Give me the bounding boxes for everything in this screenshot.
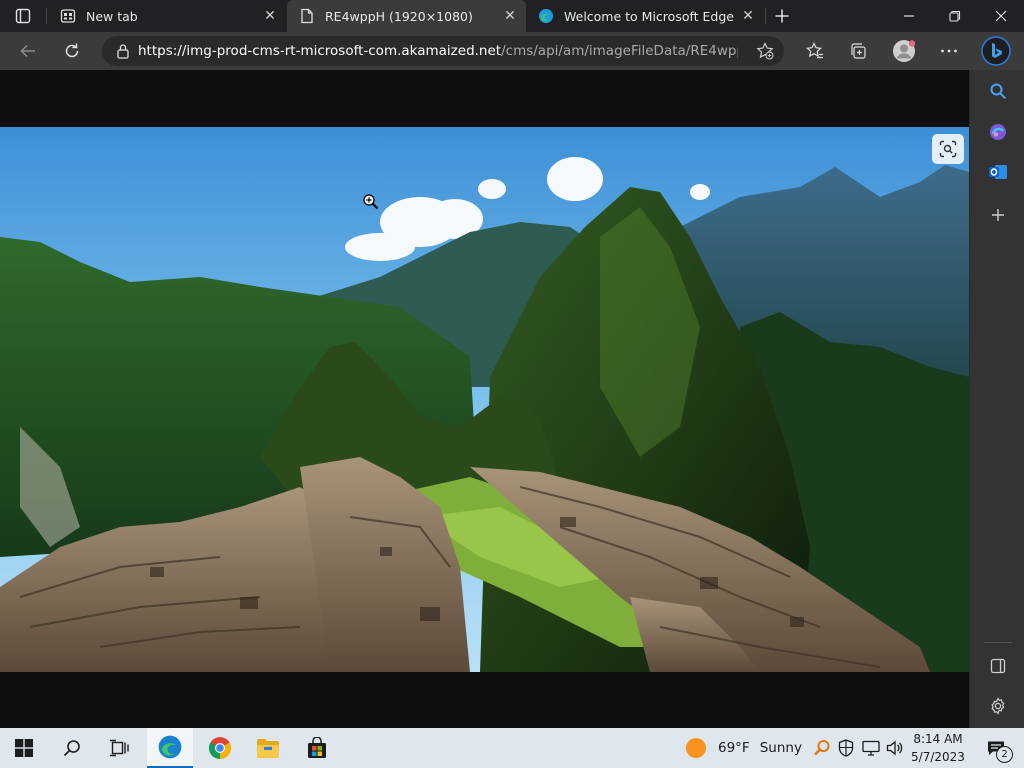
notification-center-button[interactable]: 2 — [976, 728, 1016, 768]
close-tab-icon[interactable]: ✕ — [500, 6, 520, 26]
tab-label: Welcome to Microsoft Edge — [564, 8, 734, 24]
sidebar-outlook-button[interactable] — [984, 158, 1012, 186]
navigation-toolbar: https://img-prod-cms-rt-microsoft-com.ak… — [0, 32, 1024, 70]
windows-logo-icon — [15, 739, 33, 757]
sidebar-copilot-button[interactable] — [984, 118, 1012, 146]
close-icon — [995, 10, 1007, 22]
tab-label: RE4wppH (1920×1080) — [325, 8, 473, 24]
taskbar-file-explorer-button[interactable] — [245, 728, 291, 768]
visual-search-icon — [939, 140, 957, 158]
sidebar-panel-icon — [990, 658, 1006, 674]
bing-icon — [981, 36, 1011, 66]
weather-temp: 69°F — [718, 740, 750, 756]
clock-date: 5/7/2023 — [911, 750, 965, 764]
lock-icon[interactable] — [116, 43, 130, 59]
tab-actions-icon — [15, 8, 31, 24]
favorites-button[interactable] — [800, 36, 830, 66]
taskbar-clock[interactable]: 8:14 AM 5/7/2023 — [906, 730, 970, 766]
weather-widget[interactable]: 69°F Sunny — [686, 728, 802, 768]
tab-actions-button[interactable] — [8, 1, 38, 31]
tab-re4wpph[interactable]: RE4wppH (1920×1080) ✕ — [287, 0, 526, 32]
collections-button[interactable] — [843, 36, 873, 66]
task-view-button[interactable] — [96, 728, 142, 768]
refresh-button[interactable] — [57, 36, 87, 66]
new-tab-icon — [60, 8, 76, 24]
url-text[interactable]: https://img-prod-cms-rt-microsoft-com.ak… — [138, 43, 738, 59]
more-icon — [941, 49, 957, 53]
edge-icon — [158, 735, 182, 759]
tray-network-icon[interactable] — [859, 728, 883, 768]
task-view-icon — [110, 739, 129, 757]
bing-copilot-button[interactable] — [979, 34, 1013, 68]
close-window-button[interactable] — [978, 0, 1024, 32]
taskbar-edge-button[interactable] — [147, 728, 193, 768]
restore-button[interactable] — [932, 0, 978, 32]
collections-icon — [851, 43, 866, 59]
profile-avatar-icon — [893, 40, 916, 62]
edge-icon — [538, 8, 554, 24]
minimize-button[interactable] — [886, 0, 932, 32]
taskbar-chrome-button[interactable] — [197, 728, 243, 768]
address-bar[interactable]: https://img-prod-cms-rt-microsoft-com.ak… — [102, 36, 784, 66]
copilot-icon — [990, 124, 1006, 140]
store-icon — [308, 737, 326, 758]
gear-icon — [991, 697, 1005, 715]
profile-button[interactable] — [889, 36, 919, 66]
start-button[interactable] — [1, 728, 47, 768]
tab-strip: New tab ✕ RE4wppH (1920×1080) ✕ Welcome … — [0, 0, 1024, 32]
plus-icon — [992, 209, 1004, 221]
close-tab-icon[interactable]: ✕ — [260, 6, 280, 26]
machu-picchu-image[interactable] — [0, 127, 969, 672]
taskbar-store-button[interactable] — [294, 728, 340, 768]
tab-new-tab[interactable]: New tab ✕ — [48, 0, 286, 32]
add-favorite-icon[interactable] — [756, 42, 774, 60]
plus-icon — [775, 9, 789, 23]
sidebar-settings-button[interactable] — [984, 692, 1012, 720]
taskbar-search-button[interactable] — [49, 728, 95, 768]
windows-taskbar: 69°F Sunny 8:14 AM 5/7/2023 2 — [0, 728, 1024, 768]
url-host: https://img-prod-cms-rt-microsoft-com.ak… — [138, 43, 502, 59]
notification-count-badge: 2 — [996, 746, 1013, 763]
sidebar-add-button[interactable] — [984, 201, 1012, 229]
new-tab-button[interactable] — [767, 1, 797, 31]
outlook-icon — [989, 165, 1007, 179]
tray-search-tool-icon[interactable] — [810, 728, 834, 768]
page-content — [0, 70, 969, 728]
folder-icon — [257, 739, 279, 758]
settings-more-button[interactable] — [934, 36, 964, 66]
tray-security-icon[interactable] — [834, 728, 858, 768]
hide-sidebar-button[interactable] — [984, 652, 1012, 680]
chrome-icon — [209, 737, 231, 759]
back-arrow-icon — [20, 44, 35, 58]
visual-search-button[interactable] — [932, 134, 964, 164]
back-button[interactable] — [13, 36, 43, 66]
restore-icon — [949, 10, 961, 22]
search-icon — [63, 740, 80, 757]
sun-icon — [686, 738, 706, 758]
refresh-icon — [65, 43, 79, 58]
page-icon — [299, 8, 315, 24]
edge-sidebar — [969, 70, 1024, 728]
url-path: /cms/api/am/imageFileData/RE4wppH?... — [501, 43, 738, 59]
tab-welcome-edge[interactable]: Welcome to Microsoft Edge ✕ — [526, 0, 764, 32]
minimize-icon — [904, 15, 914, 17]
close-tab-icon[interactable]: ✕ — [738, 6, 758, 26]
tab-label: New tab — [86, 8, 138, 24]
favorites-icon — [806, 42, 823, 59]
weather-condition: Sunny — [759, 740, 802, 756]
sidebar-search-button[interactable] — [984, 77, 1012, 105]
clock-time: 8:14 AM — [913, 732, 963, 746]
search-icon — [990, 83, 1007, 100]
tray-volume-icon[interactable] — [883, 728, 907, 768]
